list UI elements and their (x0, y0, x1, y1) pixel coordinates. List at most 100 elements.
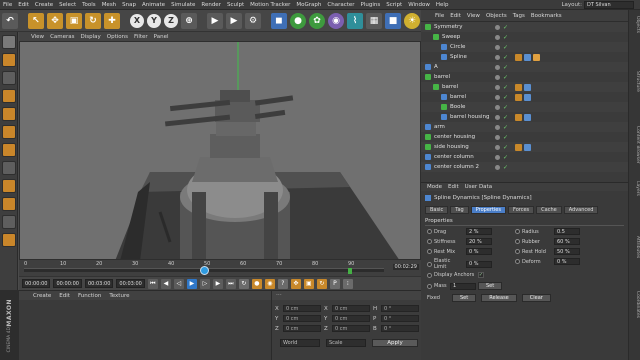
rest-hold-animate-radio[interactable] (515, 249, 520, 254)
rest-mix-field[interactable]: 0 % (466, 248, 492, 255)
object-tag-icon[interactable] (524, 143, 531, 151)
alt-end-time-field[interactable]: 00:03:00 (116, 279, 145, 288)
axis-y-button[interactable]: Y (147, 13, 161, 28)
rest-mix-animate-radio[interactable] (427, 249, 432, 254)
radius-animate-radio[interactable] (515, 229, 520, 234)
fixed-set-button[interactable]: Set (452, 294, 477, 302)
coordinate-scale-select[interactable]: Scale (326, 339, 366, 347)
viewport-menu-filter[interactable]: Filter (134, 34, 148, 40)
scale-key-icon[interactable]: ▣ (303, 278, 314, 289)
visibility-dot-icon[interactable] (495, 24, 500, 30)
visibility-dot-icon[interactable] (495, 134, 500, 140)
timeline[interactable]: 0 10 20 30 40 50 60 70 80 90 00:02:29 (19, 260, 421, 276)
enabled-check-icon[interactable]: ✓ (503, 124, 508, 131)
object-tag-icon[interactable] (524, 93, 531, 101)
object-row[interactable]: Symmetry ✓ (421, 22, 628, 32)
position-key-icon[interactable]: ✥ (290, 278, 301, 289)
rest-hold-field[interactable]: 50 % (554, 248, 580, 255)
object-row[interactable]: Boole ✓ (421, 102, 628, 112)
polygons-mode-icon[interactable] (1, 143, 16, 157)
axis-mode-icon[interactable] (1, 161, 16, 175)
object-tag-icon[interactable] (515, 83, 522, 91)
rotation-h-field[interactable]: 0 ° (381, 305, 419, 312)
visibility-dot-icon[interactable] (495, 54, 500, 60)
menu-render[interactable]: Render (198, 2, 224, 8)
deform-field[interactable]: 0 % (554, 258, 580, 265)
prev-key-icon[interactable]: ◀ (160, 278, 171, 289)
size-z-field[interactable]: 0 cm (332, 325, 370, 332)
visibility-dot-icon[interactable] (495, 84, 500, 90)
visibility-dot-icon[interactable] (495, 64, 500, 70)
fixed-clear-button[interactable]: Clear (521, 294, 551, 302)
enabled-check-icon[interactable]: ✓ (503, 134, 508, 141)
rubber-animate-radio[interactable] (515, 239, 520, 244)
point-level-key-icon[interactable]: ⁝ (342, 278, 353, 289)
timeline-end-marker[interactable] (348, 268, 352, 274)
play-icon[interactable]: ▶ (186, 278, 197, 289)
radius-field[interactable]: 0.5 (554, 228, 580, 235)
menu-script[interactable]: Script (383, 2, 405, 8)
light-icon[interactable]: ☀ (404, 12, 420, 29)
object-row[interactable]: Spline ✓ (421, 52, 628, 62)
loop-icon[interactable]: ↻ (238, 278, 249, 289)
mograph-cloner-icon[interactable]: ◉ (328, 12, 344, 29)
object-row[interactable]: side housing ✓ (421, 142, 628, 152)
viewport-menu-panel[interactable]: Panel (154, 34, 169, 40)
axis-z-button[interactable]: Z (164, 13, 178, 28)
tab-tag[interactable]: Tag (450, 206, 469, 214)
object-menu-objects[interactable]: Objects (486, 13, 507, 19)
menu-snap[interactable]: Snap (119, 2, 139, 8)
drag-animate-radio[interactable] (427, 229, 432, 234)
attr-menu-mode[interactable]: Mode (427, 184, 442, 190)
render-view-icon[interactable]: ▶ (207, 12, 223, 29)
position-x-field[interactable]: 0 cm (283, 305, 321, 312)
position-y-field[interactable]: 0 cm (283, 315, 321, 322)
stiffness-field[interactable]: 20 % (466, 238, 492, 245)
attr-menu-user-data[interactable]: User Data (465, 184, 492, 190)
object-tag-icon[interactable] (515, 143, 522, 151)
size-x-field[interactable]: 0 cm (332, 305, 370, 312)
enabled-check-icon[interactable]: ✓ (503, 54, 508, 61)
menu-help[interactable]: Help (433, 2, 452, 8)
menu-motion-tracker[interactable]: Motion Tracker (247, 2, 293, 8)
scene-environment-icon[interactable]: ▦ (366, 12, 382, 29)
autokey-icon[interactable]: ◉ (264, 278, 275, 289)
end-time-field[interactable]: 00:03:00 (84, 279, 114, 288)
viewport-menu-cameras[interactable]: Cameras (50, 34, 74, 40)
visibility-dot-icon[interactable] (495, 144, 500, 150)
attr-menu-edit[interactable]: Edit (448, 184, 459, 190)
visibility-dot-icon[interactable] (495, 74, 500, 80)
elastic-limit-field[interactable]: 0 % (466, 260, 492, 268)
next-frame-icon[interactable]: ▷ (199, 278, 210, 289)
menu-select[interactable]: Select (56, 2, 79, 8)
menu-create[interactable]: Create (32, 2, 56, 8)
current-time-field[interactable]: 00:00:00 (53, 279, 82, 288)
menu-animate[interactable]: Animate (139, 2, 168, 8)
timeline-playhead[interactable] (200, 266, 209, 275)
size-y-field[interactable]: 0 cm (332, 315, 370, 322)
menu-simulate[interactable]: Simulate (168, 2, 198, 8)
enabled-check-icon[interactable]: ✓ (503, 34, 508, 41)
menu-file[interactable]: File (0, 2, 15, 8)
make-editable-icon[interactable] (1, 35, 16, 49)
material-menu-texture[interactable]: Texture (109, 293, 129, 299)
object-row[interactable]: center column ✓ (421, 152, 628, 162)
keyframe-selection-icon[interactable]: ? (277, 278, 288, 289)
elastic-limit-animate-radio[interactable] (427, 261, 432, 267)
tweak-mode-icon[interactable] (1, 179, 16, 193)
viewport-menu-options[interactable]: Options (107, 34, 128, 40)
visibility-dot-icon[interactable] (495, 154, 500, 160)
display-anchors-checkbox[interactable]: ✓ (478, 272, 484, 278)
edges-mode-icon[interactable] (1, 125, 16, 139)
parameter-key-icon[interactable]: P (329, 278, 340, 289)
visibility-dot-icon[interactable] (495, 124, 500, 130)
render-picture-viewer-icon[interactable]: ▶ (226, 12, 242, 29)
lock-workplane-icon[interactable] (1, 215, 16, 229)
enabled-check-icon[interactable]: ✓ (503, 94, 508, 101)
right-tab[interactable]: Attributes (630, 236, 640, 258)
visibility-dot-icon[interactable] (495, 94, 500, 100)
tab-advanced[interactable]: Advanced (563, 206, 599, 214)
deformer-icon[interactable]: ⌇ (347, 12, 363, 29)
tab-basic[interactable]: Basic (425, 206, 449, 214)
tab-forces[interactable]: Forces (508, 206, 535, 214)
